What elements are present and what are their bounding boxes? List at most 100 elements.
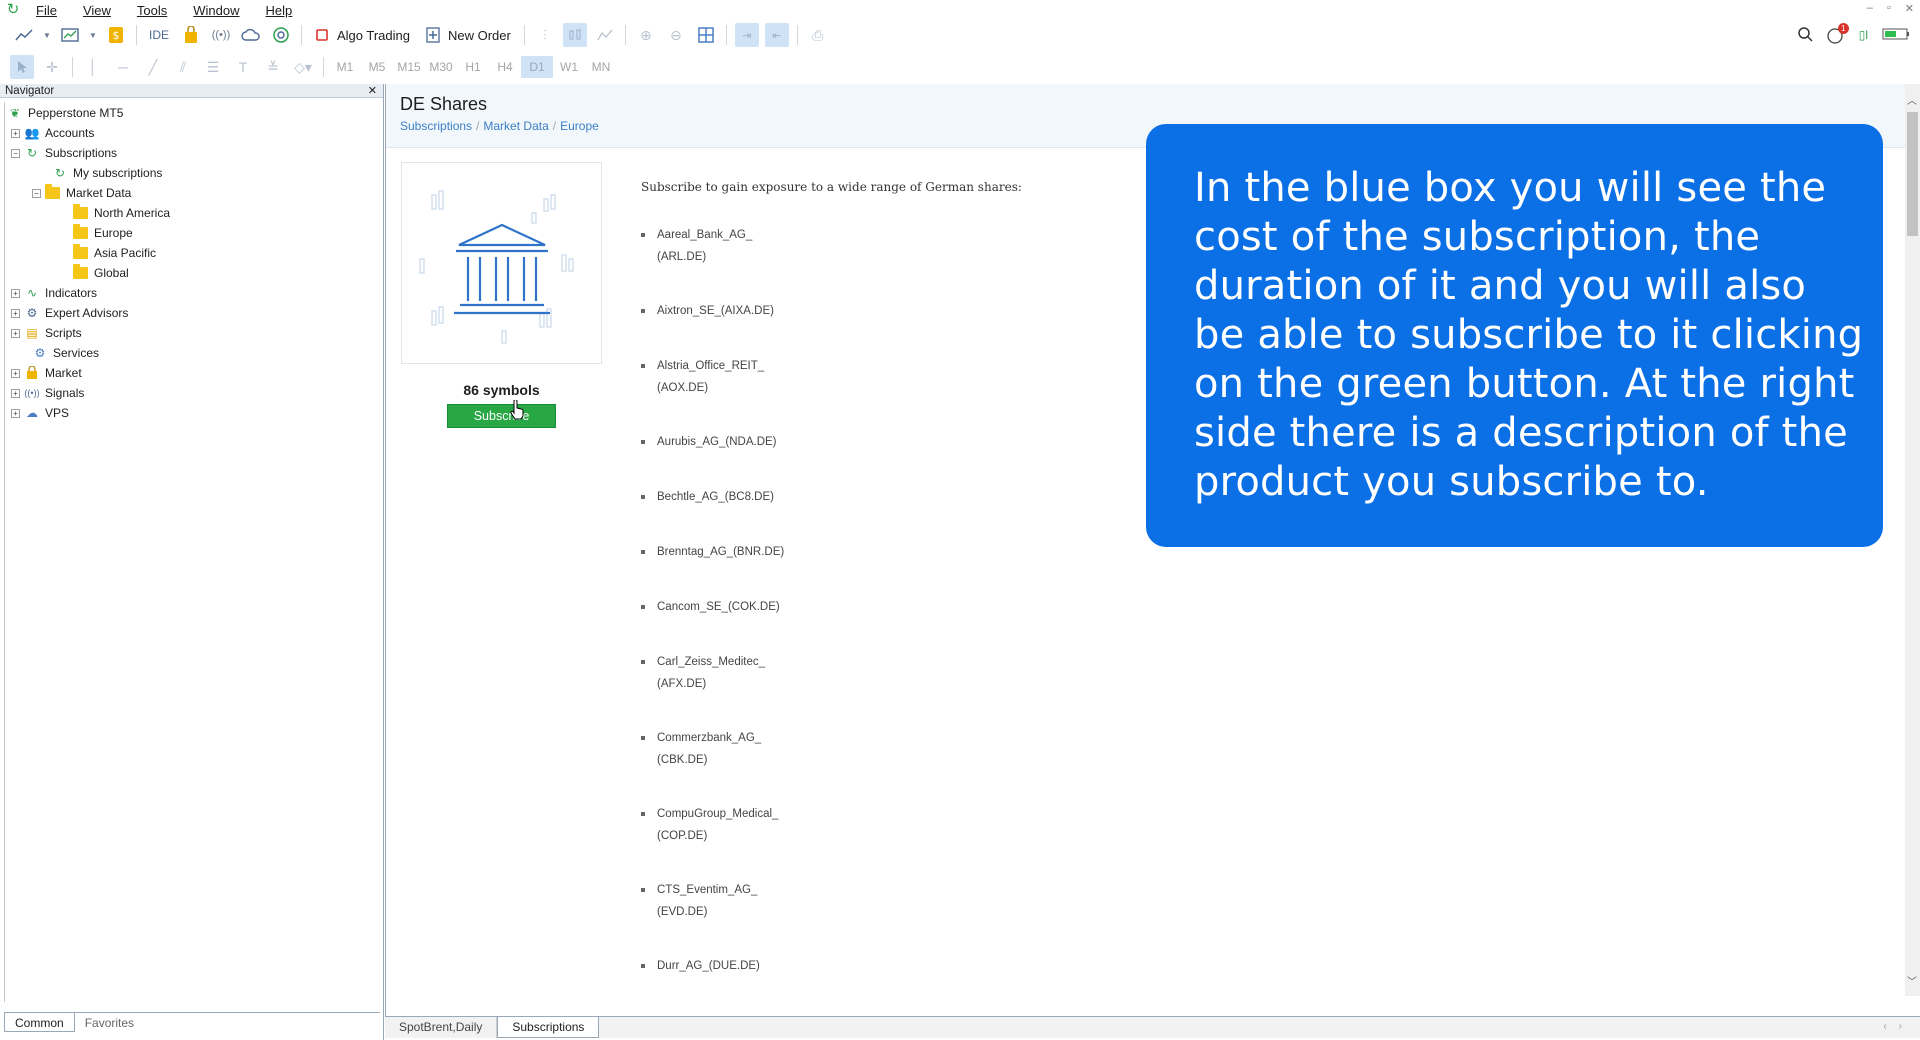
restore-icon[interactable]: ▫: [1887, 2, 1891, 15]
tab-spotbrent-daily[interactable]: SpotBrent,Daily: [385, 1017, 498, 1038]
menu-tools[interactable]: Tools: [137, 3, 167, 18]
profiles-icon[interactable]: [58, 23, 82, 47]
vertical-line-icon[interactable]: │: [81, 55, 105, 79]
tree-item-global[interactable]: Global: [73, 263, 129, 283]
horizontal-line-icon[interactable]: ─: [111, 55, 135, 79]
search-icon[interactable]: [1797, 26, 1813, 45]
timeframe-mn[interactable]: MN: [585, 56, 617, 78]
tree-item-label: Subscriptions: [45, 146, 118, 160]
tree-item-my-subscriptions[interactable]: ↻ My subscriptions: [52, 163, 162, 183]
scroll-up-icon[interactable]: ︿: [1907, 92, 1917, 107]
breadcrumb-europe[interactable]: Europe: [560, 119, 599, 133]
timeframe-h4[interactable]: H4: [489, 56, 521, 78]
timeframe-m15[interactable]: M15: [393, 56, 425, 78]
scripts-icon: ▤: [26, 326, 38, 340]
timeframe-d1[interactable]: D1: [521, 56, 553, 78]
screenshot-icon[interactable]: ⎙: [806, 23, 830, 47]
tile-windows-icon[interactable]: [694, 23, 718, 47]
cursor-tool-icon[interactable]: [10, 55, 34, 79]
tab-favorites[interactable]: Favorites: [75, 1013, 144, 1032]
tab-common[interactable]: Common: [4, 1013, 75, 1032]
expand-icon[interactable]: +: [11, 328, 20, 338]
close-icon[interactable]: ✕: [368, 84, 377, 98]
tree-item-accounts[interactable]: + 👥 Accounts: [11, 123, 94, 143]
expand-icon[interactable]: +: [11, 128, 20, 138]
tree-item-market[interactable]: + Market: [11, 363, 82, 383]
tree-item-asia-pacific[interactable]: Asia Pacific: [73, 243, 156, 263]
subscribe-button[interactable]: Subscribe: [447, 404, 556, 428]
breadcrumb-subscriptions[interactable]: Subscriptions: [400, 119, 472, 133]
folder-icon: [73, 244, 88, 259]
fibonacci-icon[interactable]: ☰: [201, 55, 225, 79]
algo-trading-button[interactable]: Algo Trading: [337, 28, 410, 43]
signals-icon[interactable]: ((•)): [209, 23, 233, 47]
menu-bar: ↻ File View Tools Window Help – ▫ ✕: [0, 0, 1920, 20]
menu-view[interactable]: View: [83, 3, 111, 18]
tree-item-scripts[interactable]: + ▤ Scripts: [11, 323, 82, 343]
market-watch-icon[interactable]: $: [104, 23, 128, 47]
expand-icon[interactable]: +: [11, 388, 20, 398]
tree-item-services[interactable]: ⚙ Services: [32, 343, 99, 363]
chart-dropdown-icon[interactable]: ▼: [42, 23, 52, 47]
timeframe-m5[interactable]: M5: [361, 56, 393, 78]
tree-item-market-data[interactable]: − Market Data: [32, 183, 131, 203]
timeframe-m1[interactable]: M1: [329, 56, 361, 78]
expand-icon[interactable]: +: [11, 288, 20, 298]
collapse-icon[interactable]: −: [11, 148, 20, 158]
tree-item-subscriptions[interactable]: − ↻ Subscriptions: [11, 143, 117, 163]
channel-icon[interactable]: ⫽: [171, 55, 195, 79]
tree-item-indicators[interactable]: + ∿ Indicators: [11, 283, 97, 303]
timeframe-h1[interactable]: H1: [457, 56, 489, 78]
timeframe-m30[interactable]: M30: [425, 56, 457, 78]
scroll-thumb[interactable]: [1907, 112, 1918, 236]
zoom-in-icon[interactable]: ⊕: [634, 23, 658, 47]
vertical-scrollbar[interactable]: ︿ ﹀: [1905, 84, 1920, 996]
notifications-icon[interactable]: 1: [1827, 23, 1849, 44]
candlestick-icon[interactable]: [562, 23, 587, 47]
line-chart-icon[interactable]: [593, 23, 617, 47]
bullet-icon: [641, 440, 645, 444]
tree-item-europe[interactable]: Europe: [73, 223, 133, 243]
expand-icon[interactable]: +: [11, 368, 20, 378]
scroll-down-icon[interactable]: ﹀: [1907, 973, 1917, 988]
minimize-icon[interactable]: –: [1867, 2, 1873, 15]
tree-item-signals[interactable]: + ((•)) Signals: [11, 383, 84, 403]
new-chart-icon[interactable]: [12, 23, 36, 47]
folder-icon: [73, 264, 88, 279]
tree-item-label: Asia Pacific: [94, 246, 157, 260]
expand-icon[interactable]: +: [11, 408, 20, 418]
menu-window[interactable]: Window: [193, 3, 239, 18]
close-window-icon[interactable]: ✕: [1905, 2, 1914, 15]
tree-item-expert-advisors[interactable]: + ⚙ Expert Advisors: [11, 303, 128, 323]
zoom-out-icon[interactable]: ⊖: [664, 23, 688, 47]
community-icon[interactable]: [269, 23, 293, 47]
market-bag-icon[interactable]: [179, 23, 203, 47]
bar-chart-icon[interactable]: ⫶: [533, 23, 557, 47]
tab-subscriptions[interactable]: Subscriptions: [497, 1017, 600, 1038]
timeframe-w1[interactable]: W1: [553, 56, 585, 78]
breadcrumb-market-data[interactable]: Market Data: [483, 119, 548, 133]
new-order-button[interactable]: New Order: [448, 28, 511, 43]
text-tool-icon[interactable]: T: [231, 55, 255, 79]
hand-cursor-icon: [510, 400, 524, 420]
menu-help[interactable]: Help: [266, 3, 293, 18]
expand-icon[interactable]: +: [11, 308, 20, 318]
tab-scroll-arrows-icon[interactable]: ‹›: [1883, 1021, 1914, 1032]
chart-shift-icon[interactable]: ⇤: [764, 23, 789, 47]
crosshair-icon[interactable]: ✛: [40, 55, 64, 79]
tree-root[interactable]: ❦ Pepperstone MT5: [7, 103, 123, 123]
vps-cloud-icon[interactable]: [239, 23, 263, 47]
ide-button[interactable]: IDE: [145, 23, 173, 47]
new-order-icon[interactable]: [421, 23, 445, 47]
trendline-icon[interactable]: ╱: [141, 55, 165, 79]
profiles-dropdown-icon[interactable]: ▼: [88, 23, 98, 47]
tree-item-label: Expert Advisors: [45, 306, 129, 320]
algo-trading-icon[interactable]: [310, 23, 334, 47]
arrows-tool-icon[interactable]: ≚: [261, 55, 285, 79]
shapes-tool-icon[interactable]: ◇▾: [291, 55, 315, 79]
collapse-icon[interactable]: −: [32, 188, 41, 198]
auto-scroll-icon[interactable]: ⇥: [734, 23, 759, 47]
tree-item-vps[interactable]: + ☁ VPS: [11, 403, 69, 423]
tree-item-north-america[interactable]: North America: [73, 203, 170, 223]
menu-file[interactable]: File: [36, 3, 57, 18]
